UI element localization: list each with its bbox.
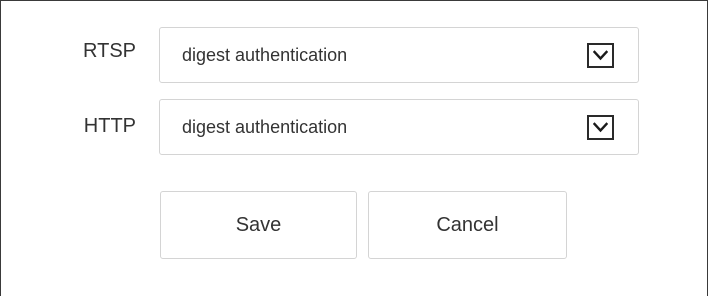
rtsp-auth-value: digest authentication <box>182 45 348 65</box>
http-label: HTTP <box>83 115 136 137</box>
http-auth-select[interactable]: digest authentication <box>159 99 639 155</box>
cancel-button[interactable]: Cancel <box>368 191 567 259</box>
authentication-panel: RTSP digest authentication HTTP digest a… <box>0 0 708 296</box>
rtsp-label: RTSP <box>83 40 136 62</box>
chevron-down-icon <box>593 50 608 61</box>
chevron-down-icon <box>593 122 608 133</box>
rtsp-dropdown-button[interactable] <box>587 43 614 68</box>
http-auth-value: digest authentication <box>182 117 348 137</box>
save-button[interactable]: Save <box>160 191 357 259</box>
rtsp-auth-select[interactable]: digest authentication <box>159 27 639 83</box>
http-dropdown-button[interactable] <box>587 115 614 140</box>
